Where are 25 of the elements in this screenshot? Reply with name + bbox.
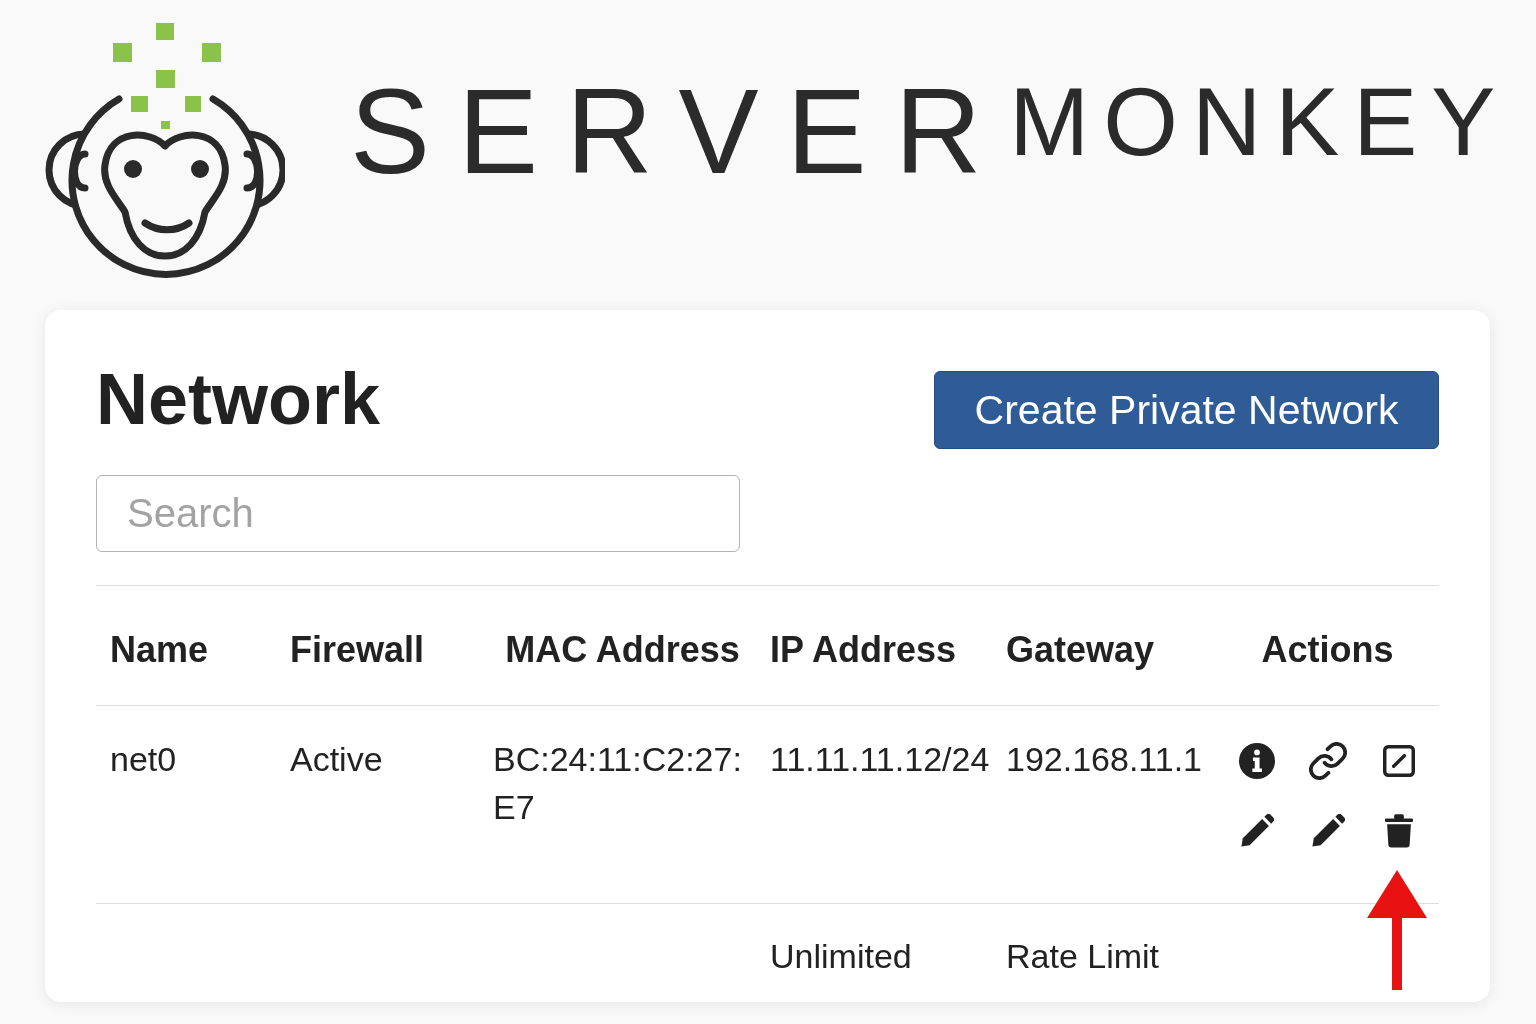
column-header: Name — [110, 631, 209, 668]
create-network-button[interactable]: Create Private Network — [934, 371, 1439, 449]
up-arrow-icon — [1367, 870, 1427, 990]
column-header: Gateway — [1006, 631, 1155, 668]
cell-text: Unlimited — [770, 937, 912, 975]
column-header: Actions — [1261, 631, 1394, 668]
logo-wordmark: SERVER — [350, 71, 1010, 191]
logo-wordmark: MONKEY — [1009, 74, 1510, 170]
cell-text: 11.11.11.12/24 — [770, 740, 990, 778]
column-header: MAC Address — [505, 631, 740, 668]
column-header: Firewall — [290, 631, 425, 668]
cell-text: Active — [290, 740, 383, 778]
pencil-icon[interactable] — [1310, 814, 1345, 848]
cell-text: net0 — [110, 740, 177, 778]
cell-text: Rate Limit — [1006, 937, 1160, 975]
cell-text: 192.168.11.1 — [1006, 740, 1202, 778]
slashed-square-icon[interactable] — [1382, 745, 1415, 777]
link-icon[interactable] — [1308, 742, 1347, 780]
cell-text: BC:24:11:C2:27:E7 — [493, 739, 743, 828]
search-field[interactable]: Search — [96, 475, 740, 552]
panel-title: Network — [96, 363, 381, 435]
pencil-icon[interactable] — [1239, 814, 1274, 848]
info-icon[interactable] — [1238, 743, 1275, 779]
column-header: IP Address — [770, 631, 957, 668]
trash-icon[interactable] — [1384, 814, 1413, 848]
